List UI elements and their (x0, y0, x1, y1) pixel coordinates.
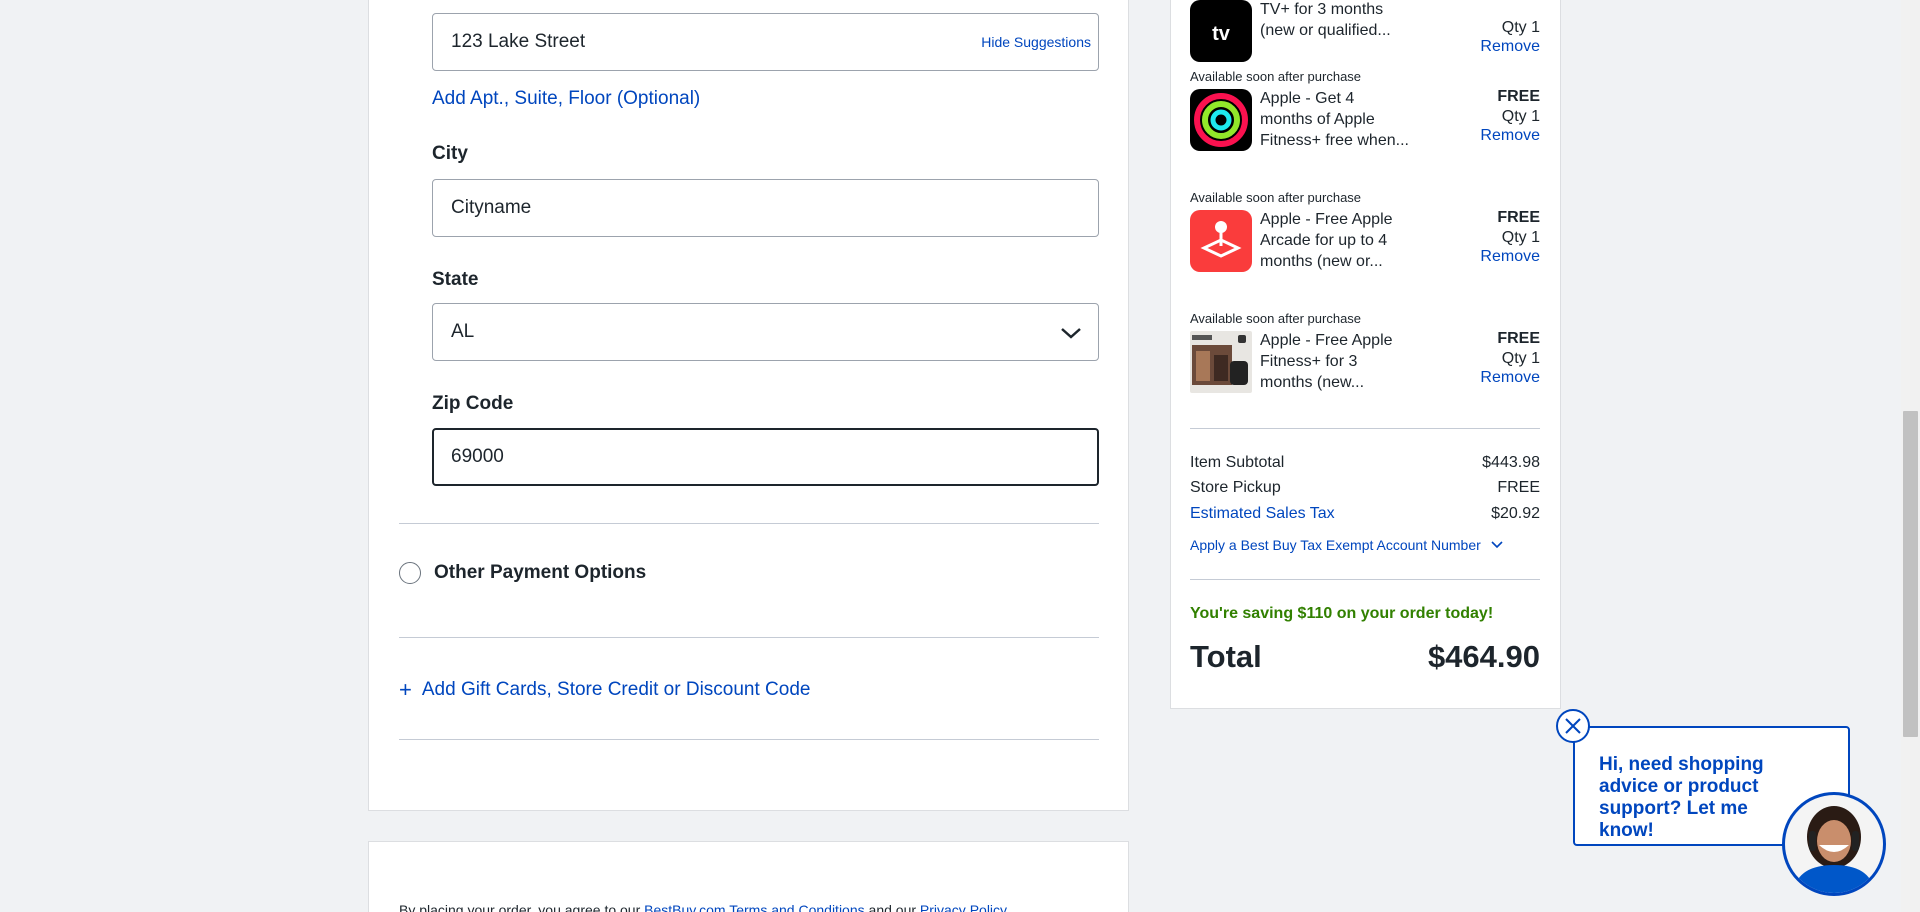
store-pickup-value: FREE (1497, 479, 1540, 496)
scrollbar-thumb[interactable] (1903, 411, 1918, 737)
item-price: FREE (1497, 330, 1540, 347)
hide-suggestions-link[interactable]: Hide Suggestions (981, 34, 1091, 50)
item-qty: Qty 1 (1501, 350, 1540, 367)
city-label: City (432, 143, 468, 164)
legal-prefix: By placing your order, you agree to our (399, 902, 645, 912)
tax-exempt-label: Apply a Best Buy Tax Exempt Account Numb… (1190, 537, 1481, 553)
chevron-down-icon (1061, 328, 1081, 339)
zip-code-input[interactable]: 69000 (432, 428, 1099, 486)
item-name: TV+ for 3 months (new or qualified... (1260, 0, 1420, 41)
svg-text:tv: tv (1212, 23, 1231, 45)
item-qty: Qty 1 (1501, 229, 1540, 246)
item-name-line: Apple - Free Apple (1260, 211, 1393, 228)
store-pickup-label: Store Pickup (1190, 479, 1281, 496)
item-name: Apple - Free Apple Arcade for up to 4 mo… (1260, 209, 1420, 272)
subtotal-row: Item Subtotal $443.98 (1190, 454, 1540, 472)
item-name-line: Fitness+ for 3 (1260, 353, 1358, 370)
item-name: Apple - Get 4 months of Apple Fitness+ f… (1260, 88, 1420, 151)
chat-message: Hi, need shopping advice or product supp… (1599, 754, 1764, 841)
state-value: AL (451, 321, 475, 342)
item-name: Apple - Free Apple Fitness+ for 3 months… (1260, 330, 1420, 393)
divider (399, 523, 1099, 524)
city-input[interactable]: Cityname (432, 179, 1099, 237)
remove-button[interactable]: Remove (1480, 369, 1540, 387)
tax-exempt-toggle[interactable]: Apply a Best Buy Tax Exempt Account Numb… (1190, 537, 1503, 553)
other-payment-label[interactable]: Other Payment Options (434, 562, 646, 584)
add-gift-cards-button[interactable]: + Add Gift Cards, Store Credit or Discou… (399, 678, 810, 702)
item-name-line: Fitness+ free when... (1260, 132, 1409, 149)
order-item: Available soon after purchase Apple - Ge… (1190, 69, 1540, 179)
item-price: FREE (1497, 209, 1540, 226)
apple-fitness-product-thumbnail (1190, 331, 1252, 393)
item-name-line: months of Apple (1260, 111, 1375, 128)
item-name-line: months (new or... (1260, 253, 1383, 270)
item-qty: Qty 1 (1501, 19, 1540, 36)
sales-tax-row: Estimated Sales Tax $20.92 (1190, 505, 1540, 523)
availability-note: Available soon after purchase (1190, 311, 1362, 326)
other-payment-radio[interactable] (399, 562, 421, 584)
item-qty: Qty 1 (1501, 108, 1540, 125)
subtotal-value: $443.98 (1482, 454, 1540, 471)
divider (1190, 579, 1540, 580)
item-name-line: (new or qualified... (1260, 22, 1391, 39)
add-apt-suite-link[interactable]: Add Apt., Suite, Floor (Optional) (432, 88, 700, 110)
remove-button[interactable]: Remove (1480, 38, 1540, 56)
sales-tax-value: $20.92 (1491, 505, 1540, 522)
item-name-line: Apple - Get 4 (1260, 90, 1355, 107)
order-item: Available soon after purchase Apple - Fr… (1190, 311, 1540, 421)
item-name-line: Arcade for up to 4 (1260, 232, 1388, 249)
order-item: Available soon after purchase Apple - Fr… (1190, 190, 1540, 300)
apple-fitness-rings-icon (1190, 89, 1252, 151)
item-name-line: TV+ for 3 months (1260, 1, 1384, 18)
availability-note: Available soon after purchase (1190, 69, 1362, 84)
apple-tv-icon: tv (1190, 0, 1252, 62)
total-value: $464.90 (1427, 639, 1540, 674)
street-address-input[interactable]: 123 Lake Street Hide Suggestions (432, 13, 1099, 71)
state-label: State (432, 269, 479, 290)
legal-text: By placing your order, you agree to our … (399, 902, 1007, 912)
add-gift-cards-label: Add Gift Cards, Store Credit or Discount… (421, 679, 811, 700)
subtotal-label: Item Subtotal (1190, 454, 1285, 471)
zip-code-label: Zip Code (432, 393, 514, 414)
street-address-value: 123 Lake Street (451, 31, 586, 52)
zip-code-value: 69000 (451, 446, 504, 467)
city-value: Cityname (451, 197, 532, 218)
remove-button[interactable]: Remove (1480, 248, 1540, 266)
divider (399, 739, 1099, 740)
plus-icon: + (399, 677, 412, 702)
item-price: FREE (1497, 88, 1540, 105)
item-name-line: Apple - Free Apple (1260, 332, 1393, 349)
privacy-link[interactable]: Privacy Policy (920, 902, 1007, 912)
terms-link[interactable]: BestBuy.com Terms and Conditions (644, 902, 864, 912)
chevron-down-icon (1491, 541, 1503, 549)
item-name-line: months (new... (1260, 374, 1365, 391)
divider (1190, 428, 1540, 429)
sales-tax-link[interactable]: Estimated Sales Tax (1190, 505, 1335, 523)
store-pickup-row: Store Pickup FREE (1190, 479, 1540, 497)
close-icon (1565, 718, 1581, 734)
chat-close-button[interactable] (1556, 709, 1590, 743)
legal-middle: and our (864, 902, 920, 912)
savings-message: You're saving $110 on your order today! (1190, 605, 1494, 622)
divider (399, 637, 1099, 638)
availability-note: Available soon after purchase (1190, 190, 1362, 205)
apple-arcade-icon (1190, 210, 1252, 272)
chat-agent-avatar[interactable] (1782, 792, 1886, 896)
state-select[interactable]: AL (432, 303, 1099, 361)
remove-button[interactable]: Remove (1480, 127, 1540, 145)
total-row: Total $464.90 (1190, 639, 1540, 675)
total-label: Total (1190, 639, 1262, 674)
